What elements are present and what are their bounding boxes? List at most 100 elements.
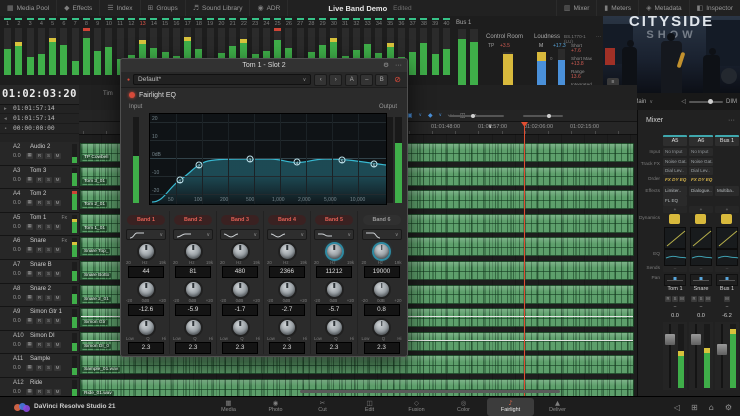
track-header-a9[interactable]: A9Simon Gtr 10.0▦RSM: [0, 307, 79, 331]
gain-knob[interactable]: [186, 282, 201, 297]
eq-thumbnail[interactable]: [690, 249, 712, 266]
automation-grid-icon[interactable]: ▦: [26, 200, 33, 206]
sends-slot[interactable]: –: [663, 266, 687, 272]
q-value[interactable]: 2.3: [222, 342, 258, 354]
s-button[interactable]: S: [45, 224, 52, 230]
filter-shape-dropdown[interactable]: ∨: [173, 229, 213, 240]
speaker-icon[interactable]: ◁: [674, 403, 680, 412]
filter-shape-dropdown[interactable]: ∨: [126, 229, 166, 240]
window-menu-icon[interactable]: ···: [395, 59, 402, 72]
gain-knob[interactable]: [374, 282, 389, 297]
m-button[interactable]: M: [54, 318, 61, 324]
pan-control[interactable]: [664, 274, 686, 286]
effect-slot[interactable]: Limiter..: [663, 186, 687, 196]
gain-knob[interactable]: [139, 282, 154, 297]
page-tab-fairlight[interactable]: ♪Fairlight: [487, 398, 534, 416]
eq-band-point[interactable]: 3: [247, 156, 254, 163]
page-tab-fusion[interactable]: ◇Fusion: [393, 398, 440, 416]
audio-clip[interactable]: Ride_01.wav: [80, 379, 634, 396]
s-button[interactable]: S: [45, 247, 52, 253]
q-value[interactable]: 2.3: [269, 342, 305, 354]
strip-name[interactable]: Bus 1: [715, 135, 739, 146]
arm-dash-indicator[interactable]: [150, 18, 157, 20]
arm-dash-indicator[interactable]: [319, 18, 326, 20]
eq-thumbnail[interactable]: [716, 249, 738, 266]
arm-dash-indicator[interactable]: [353, 18, 360, 20]
compare---button[interactable]: –: [360, 74, 373, 86]
toolbar-button-metadata[interactable]: ◈Metadata: [638, 0, 689, 16]
r-button[interactable]: R: [36, 295, 43, 301]
gain-value[interactable]: -2.7: [269, 304, 305, 316]
fader-value[interactable]: -6.2: [715, 313, 739, 319]
processing-order[interactable]: FX DY EQ: [689, 176, 713, 184]
automation-icon[interactable]: ●: [127, 77, 130, 83]
strip-name[interactable]: A5: [663, 135, 687, 146]
arm-dash-indicator[interactable]: [27, 18, 34, 20]
r-button[interactable]: R: [36, 271, 43, 277]
sends-slot[interactable]: –: [715, 266, 739, 272]
track-header-a5[interactable]: A5Tom 1Fx0.0▦RSM: [0, 213, 79, 237]
dynamics-thumbnail[interactable]: [690, 227, 712, 249]
q-knob[interactable]: [139, 320, 154, 335]
arm-dash-indicator[interactable]: [443, 18, 450, 20]
m-button[interactable]: M: [679, 296, 685, 302]
toolbar-button-inspector[interactable]: ◧Inspector: [689, 0, 740, 16]
s-button[interactable]: S: [45, 200, 52, 206]
frequency-knob[interactable]: [374, 244, 389, 259]
filter-shape-dropdown[interactable]: ∨: [314, 229, 354, 240]
arm-dash-indicator[interactable]: [409, 18, 416, 20]
q-value[interactable]: 2.3: [316, 342, 352, 354]
automation-grid-icon[interactable]: ▦: [26, 177, 33, 183]
arm-dash-indicator[interactable]: [263, 18, 270, 20]
track-header-a11[interactable]: A11Sample0.0▦RSM: [0, 354, 79, 378]
toolbar-button-index[interactable]: ☰Index: [100, 0, 140, 16]
q-knob[interactable]: [327, 320, 342, 335]
preset-next-button[interactable]: ›: [329, 74, 342, 86]
r-button[interactable]: R: [36, 318, 43, 324]
track-header-a6[interactable]: A6SnareFx0.0▦RSM: [0, 236, 79, 260]
page-tab-media[interactable]: ▦Media: [205, 398, 252, 416]
q-value[interactable]: 2.3: [128, 342, 164, 354]
arm-dash-indicator[interactable]: [162, 18, 169, 20]
processing-order[interactable]: FX DY EQ: [663, 176, 687, 184]
r-button[interactable]: R: [36, 389, 43, 395]
automation-grid-icon[interactable]: ▦: [26, 318, 33, 324]
slider-handle[interactable]: [708, 99, 713, 104]
r-button[interactable]: R: [691, 296, 697, 302]
toolbar-button-groups[interactable]: ⊞Groups: [141, 0, 186, 16]
automation-grid-icon[interactable]: ▦: [26, 224, 33, 230]
q-value[interactable]: 2.3: [175, 342, 211, 354]
playhead[interactable]: [524, 122, 525, 396]
filter-shape-dropdown[interactable]: ∨: [362, 229, 402, 240]
dynamics-enable-button[interactable]: [669, 214, 680, 224]
input-selector[interactable]: No Input: [689, 148, 713, 156]
add-effect-button[interactable]: +: [689, 206, 713, 213]
s-button[interactable]: S: [45, 271, 52, 277]
m-button[interactable]: M: [54, 342, 61, 348]
workspace-icon[interactable]: ⊞: [691, 403, 698, 412]
automation-grid-icon[interactable]: ▦: [26, 365, 33, 371]
add-effect-button[interactable]: +: [715, 206, 739, 213]
arm-dash-indicator[interactable]: [38, 18, 45, 20]
gear-icon[interactable]: ⚙: [383, 59, 389, 72]
automation-grid-icon[interactable]: ▦: [26, 389, 33, 395]
toolbar-button-adr[interactable]: ◉ADR: [250, 0, 288, 16]
zoom-slider[interactable]: [449, 115, 504, 117]
pan-control[interactable]: [716, 274, 738, 286]
arm-dash-indicator[interactable]: [15, 18, 22, 20]
r-button[interactable]: R: [36, 200, 43, 206]
filter-shape-dropdown[interactable]: ∨: [267, 229, 307, 240]
home-icon[interactable]: ⌂: [709, 403, 714, 412]
horizontal-scrollbar[interactable]: [300, 390, 560, 393]
fader-handle[interactable]: [665, 334, 675, 345]
arm-dash-indicator[interactable]: [308, 18, 315, 20]
eq-band-point[interactable]: 1: [177, 177, 184, 184]
m-button[interactable]: M: [54, 200, 61, 206]
timeline-tool-icon[interactable]: ∨: [439, 113, 442, 118]
toolbar-button-mixer[interactable]: ▥Mixer: [556, 0, 597, 16]
track-fx-slot[interactable]: Dial Lev..: [689, 167, 713, 175]
automation-grid-icon[interactable]: ▦: [26, 342, 33, 348]
s-button[interactable]: S: [672, 296, 678, 302]
audio-clip[interactable]: Sample_01.wav: [80, 355, 634, 374]
arm-dash-indicator[interactable]: [94, 18, 101, 20]
